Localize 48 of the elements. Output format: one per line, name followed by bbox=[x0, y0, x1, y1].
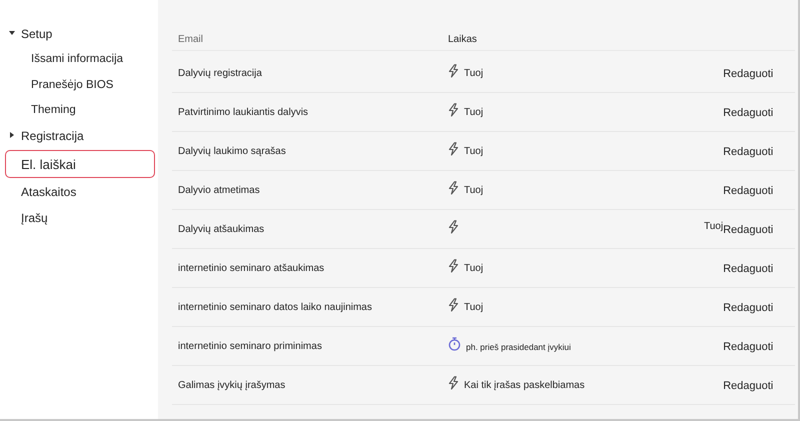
nav-item[interactable]: Išsami informacija bbox=[0, 46, 158, 72]
edit-link[interactable]: Redaguoti bbox=[723, 380, 774, 392]
nav-item[interactable]: Registracija bbox=[0, 123, 158, 148]
nav-item[interactable]: Theming bbox=[0, 98, 158, 123]
send-time: Tuoj bbox=[464, 68, 484, 79]
email-name: Patvirtinimo laukiantis dalyvis bbox=[177, 107, 310, 118]
lightning-icon bbox=[448, 142, 459, 156]
lightning-icon bbox=[448, 180, 459, 194]
edit-link[interactable]: Redaguoti bbox=[723, 262, 774, 274]
edit-link[interactable]: Redaguoti bbox=[723, 184, 774, 196]
email-name: internetinio seminaro priminimas bbox=[177, 341, 323, 352]
lightning-icon bbox=[448, 258, 459, 272]
send-time: Kai tik įrašas paskelbiamas bbox=[464, 380, 585, 391]
email-name: Galimas įvykių įrašymas bbox=[177, 380, 286, 391]
column-header: Laikas bbox=[448, 34, 478, 44]
lightning-icon bbox=[448, 298, 459, 312]
nav-item[interactable]: Įrašų bbox=[0, 205, 158, 230]
email-name: internetinio seminaro atšaukimas bbox=[177, 263, 326, 274]
lightning-icon bbox=[448, 220, 459, 234]
send-time: ph. prieš prasidedant įvykiui bbox=[466, 342, 571, 352]
lightning-icon bbox=[448, 64, 459, 78]
caret-icon[interactable] bbox=[9, 30, 15, 36]
edit-link[interactable]: Redaguoti bbox=[723, 302, 774, 314]
send-time: Tuoj bbox=[704, 221, 724, 232]
edit-link[interactable]: Redaguoti bbox=[723, 340, 774, 352]
email-name: Dalyvių registracija bbox=[177, 68, 263, 79]
send-time: Tuoj bbox=[464, 146, 484, 157]
edit-link[interactable]: Redaguoti bbox=[723, 106, 774, 118]
edit-link[interactable]: Redaguoti bbox=[723, 146, 774, 158]
email-name: Dalyvio atmetimas bbox=[177, 185, 261, 196]
caret-icon[interactable] bbox=[9, 132, 15, 138]
send-time: Tuoj bbox=[464, 302, 484, 313]
nav-item[interactable]: El. laiškai bbox=[5, 150, 155, 178]
nav-item[interactable]: Pranešėjo BIOS bbox=[0, 72, 158, 98]
edit-link[interactable]: Redaguoti bbox=[723, 224, 774, 236]
lightning-icon bbox=[448, 102, 459, 116]
nav-item[interactable]: Ataskaitos bbox=[0, 180, 158, 205]
email-name: Dalyvių atšaukimas bbox=[177, 224, 266, 235]
column-header: Email bbox=[177, 34, 204, 44]
stopwatch-icon bbox=[448, 336, 461, 350]
email-name: internetinio seminaro datos laiko naujinimas bbox=[177, 302, 373, 313]
email-name: Dalyvių laukimo sąrašas bbox=[177, 146, 287, 157]
edit-link[interactable]: Redaguoti bbox=[723, 68, 774, 80]
send-time: Tuoj bbox=[464, 107, 484, 118]
send-time: Tuoj bbox=[464, 263, 484, 274]
lightning-icon bbox=[448, 376, 459, 390]
send-time: Tuoj bbox=[464, 185, 484, 196]
nav-item[interactable]: Setup bbox=[0, 21, 158, 46]
